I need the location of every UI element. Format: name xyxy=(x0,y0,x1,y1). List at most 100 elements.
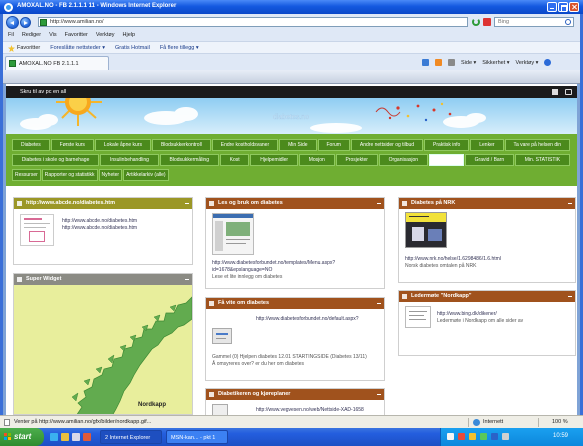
video-thumbnail[interactable] xyxy=(405,212,447,248)
link-text[interactable]: http://www.diabetesforbundet.no/default.… xyxy=(256,316,359,322)
nav-item[interactable]: Kost xyxy=(219,154,250,166)
nav-item[interactable]: Endre kostholdsvaner xyxy=(211,139,279,151)
nav-item[interactable]: Mosjon xyxy=(298,154,335,166)
document-icon[interactable] xyxy=(212,328,232,344)
favorites-button[interactable]: Favoritter xyxy=(17,45,40,51)
stop-icon[interactable] xyxy=(483,18,491,26)
panel-title[interactable]: http://www.abcde.no/diabetes.htm xyxy=(26,200,115,206)
page-thumbnail[interactable] xyxy=(212,404,228,415)
quicklaunch-ie-icon[interactable] xyxy=(50,433,58,441)
menu-view[interactable]: Vis xyxy=(49,32,57,41)
tray-security-icon[interactable] xyxy=(458,433,465,440)
feed-icon[interactable] xyxy=(435,59,442,66)
nav-item[interactable]: Artikkelarkiv (alle) xyxy=(123,169,169,181)
nav-item[interactable]: Første kurs xyxy=(50,139,94,151)
quicklaunch-media-icon[interactable] xyxy=(83,433,91,441)
menu-file[interactable]: Fil xyxy=(8,32,14,41)
link-text[interactable]: http://www.vegvesen.no/web/Nettside-XAD-… xyxy=(256,407,364,413)
page-thumbnail[interactable] xyxy=(20,214,54,246)
search-input[interactable] xyxy=(498,18,562,26)
link-text[interactable]: http://www.diabetesforbundet.no/template… xyxy=(212,260,335,266)
norway-map[interactable]: Nordkapp xyxy=(14,285,192,415)
nav-item[interactable]: Rapporter og statistikk xyxy=(41,169,98,181)
collapse-icon[interactable] xyxy=(568,296,572,297)
panel-title[interactable]: Få vite om diabetes xyxy=(218,300,269,306)
nav-item[interactable]: Ta vare på helsen din xyxy=(504,139,571,151)
nav-item[interactable]: Insulinbehandling xyxy=(100,154,159,166)
page-menu[interactable]: Side ▾ xyxy=(461,60,476,66)
nav-item[interactable]: Blodsukkerkontroll xyxy=(151,139,211,151)
nav-item[interactable]: Ressurser xyxy=(12,169,41,181)
favorites-link-hotmail[interactable]: Gratis Hotmail xyxy=(115,45,150,51)
link-text[interactable]: http://www.bing.dk/dikener/ xyxy=(437,311,497,317)
page-thumbnail[interactable] xyxy=(212,213,254,255)
favorites-link-addons[interactable]: Få flere tillegg ▾ xyxy=(160,45,199,51)
quicklaunch-desktop-icon[interactable] xyxy=(72,433,80,441)
taskbar-task[interactable]: 2 Internet Explorer xyxy=(100,430,162,444)
favorites-star-icon[interactable] xyxy=(8,45,15,52)
nav-item[interactable]: Gravid / Barn xyxy=(464,154,514,166)
favorites-link-suggested[interactable]: Foreslåtte nettsteder ▾ xyxy=(50,45,105,51)
menu-favorites[interactable]: Favoritter xyxy=(65,32,88,41)
menu-help[interactable]: Hjelp xyxy=(123,32,136,41)
nav-item[interactable]: Organisasjon xyxy=(378,154,428,166)
nav-item[interactable]: Lenker xyxy=(470,139,504,151)
search-icon[interactable] xyxy=(565,19,571,25)
tray-network-icon[interactable] xyxy=(447,433,454,440)
zoom-level[interactable]: 100 % xyxy=(552,419,568,425)
nav-item[interactable]: Diabetes i skole og barnehage xyxy=(12,154,100,166)
site-title[interactable]: diabetes.no xyxy=(273,114,310,121)
nav-item[interactable]: Praktisk info xyxy=(424,139,470,151)
page-thumbnail[interactable] xyxy=(405,306,431,328)
nav-item[interactable]: Min. STATISTIK xyxy=(514,154,570,166)
site-toolbar-text[interactable]: Skru til av pc en all xyxy=(20,89,66,95)
nav-item[interactable]: Blodsukkermåling xyxy=(159,154,219,166)
nav-item[interactable]: Hjelpemidler xyxy=(250,154,298,166)
panel-title[interactable]: Diabetikeren og kjøreplaner xyxy=(218,391,290,397)
collapse-icon[interactable] xyxy=(568,203,572,204)
print-icon[interactable] xyxy=(448,59,455,66)
nav-item[interactable]: Nyheter xyxy=(98,169,123,181)
close-button[interactable] xyxy=(569,2,579,12)
collapse-icon[interactable] xyxy=(377,394,381,395)
panel-title[interactable]: Super Widget xyxy=(26,276,61,282)
panel-title[interactable]: Ledermøte "Nordkapp" xyxy=(411,293,472,299)
clock[interactable]: 10:59 xyxy=(553,433,568,439)
search-box[interactable] xyxy=(494,17,574,27)
nav-item[interactable]: Prosjekter xyxy=(335,154,378,166)
collapse-icon[interactable] xyxy=(377,303,381,304)
link-text[interactable]: id=1678&epslanguage=NO xyxy=(212,267,272,273)
link-text[interactable]: http://www.nrk.no/helse/1.6298486/1.6.ht… xyxy=(405,256,501,262)
nav-item[interactable]: Min Side xyxy=(279,139,317,151)
refresh-icon[interactable] xyxy=(472,18,480,26)
nav-item[interactable]: Lokale åpne kurs xyxy=(94,139,151,151)
tray-volume-icon[interactable] xyxy=(491,433,498,440)
tools-menu[interactable]: Verktøy ▾ xyxy=(516,60,539,66)
toolbar-print-icon[interactable] xyxy=(565,89,572,95)
maximize-button[interactable] xyxy=(558,2,568,12)
back-button[interactable] xyxy=(6,16,19,29)
tray-messenger-icon[interactable] xyxy=(480,433,487,440)
forward-button[interactable] xyxy=(20,17,31,28)
taskbar-task[interactable]: MSN-kan... - pkt 1 xyxy=(166,430,228,444)
link-text[interactable]: http://www.abcde.no/diabetes.htm xyxy=(62,225,137,231)
panel-title[interactable]: Les og bruk om diabetes xyxy=(218,200,283,206)
tray-update-icon[interactable] xyxy=(469,433,476,440)
toolbar-square-icon[interactable] xyxy=(552,89,558,95)
address-bar[interactable] xyxy=(38,17,468,27)
nav-item[interactable]: Forum xyxy=(317,139,350,151)
quicklaunch-folder-icon[interactable] xyxy=(61,433,69,441)
security-zone[interactable]: Internett xyxy=(483,419,503,425)
panel-title[interactable]: Diabetes på NRK xyxy=(411,200,455,206)
collapse-icon[interactable] xyxy=(377,203,381,204)
safety-menu[interactable]: Sikkerhet ▾ xyxy=(482,60,509,66)
nav-item[interactable]: Diabetes xyxy=(12,139,50,151)
minimize-button[interactable] xyxy=(547,2,557,12)
address-input[interactable] xyxy=(50,18,450,26)
home-icon[interactable] xyxy=(422,59,429,66)
menu-edit[interactable]: Rediger xyxy=(22,32,41,41)
collapse-icon[interactable] xyxy=(185,279,189,280)
nav-item-active[interactable] xyxy=(428,154,464,166)
help-icon[interactable] xyxy=(544,59,552,66)
tray-usb-icon[interactable] xyxy=(502,433,509,440)
